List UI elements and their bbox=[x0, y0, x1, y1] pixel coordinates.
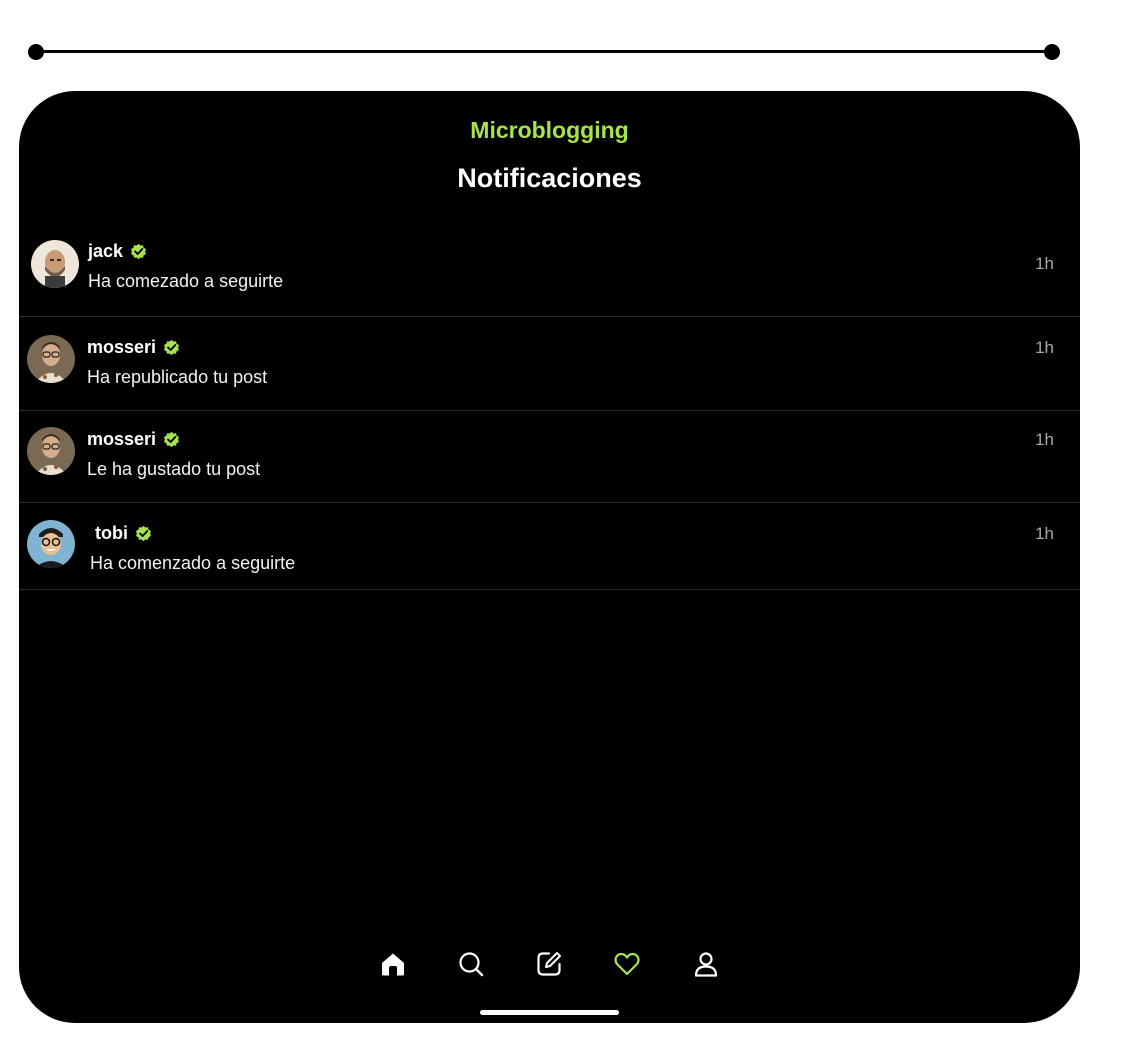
notification-item[interactable]: tobi Ha comenzado a seguirte 1h bbox=[19, 503, 1080, 590]
width-dimension-line bbox=[36, 50, 1052, 53]
notification-item[interactable]: mosseri Ha republicado tu post 1h bbox=[19, 317, 1080, 411]
notification-username[interactable]: mosseri bbox=[87, 337, 180, 358]
tab-likes[interactable] bbox=[611, 948, 643, 980]
verified-badge-icon bbox=[164, 431, 180, 448]
canvas: Microblogging Notificaciones jack Ha com… bbox=[0, 0, 1127, 1052]
app-brand: Microblogging bbox=[470, 117, 629, 143]
notification-message: Ha comezado a seguirte bbox=[88, 271, 284, 291]
page-title: Notificaciones bbox=[457, 163, 642, 193]
notification-username[interactable]: jack bbox=[88, 241, 147, 262]
notification-item[interactable]: jack Ha comezado a seguirte 1h bbox=[19, 221, 1080, 317]
compose-icon bbox=[537, 952, 561, 976]
tab-home[interactable] bbox=[377, 948, 409, 980]
notification-username[interactable]: mosseri bbox=[87, 429, 180, 450]
tab-search[interactable] bbox=[455, 948, 487, 980]
verified-badge-icon bbox=[136, 525, 151, 542]
avatar-jack[interactable] bbox=[31, 240, 79, 288]
dimension-endpoint-right bbox=[1044, 44, 1060, 60]
notification-time: 1h bbox=[1035, 338, 1054, 357]
notification-message: Ha republicado tu post bbox=[87, 367, 268, 387]
notification-message: Le ha gustado tu post bbox=[87, 459, 261, 479]
notification-list: jack Ha comezado a seguirte 1h mosseri H… bbox=[19, 221, 1080, 590]
notification-username[interactable]: tobi bbox=[95, 523, 152, 544]
avatar-mosseri[interactable] bbox=[27, 335, 75, 383]
device-screen: Microblogging Notificaciones jack Ha com… bbox=[19, 91, 1080, 1023]
home-icon bbox=[382, 953, 404, 976]
verified-badge-icon bbox=[131, 243, 147, 260]
tab-profile[interactable] bbox=[690, 948, 722, 980]
user-icon bbox=[694, 952, 718, 977]
notification-message: Ha comenzado a seguirte bbox=[90, 553, 296, 573]
dimension-endpoint-left bbox=[28, 44, 44, 60]
search-icon bbox=[459, 952, 484, 977]
notification-time: 1h bbox=[1035, 254, 1054, 273]
heart-icon bbox=[614, 952, 640, 976]
home-indicator[interactable] bbox=[480, 1010, 619, 1015]
bottom-tab-bar bbox=[19, 947, 1080, 983]
notification-item[interactable]: mosseri Le ha gustado tu post 1h bbox=[19, 411, 1080, 503]
avatar-tobi[interactable] bbox=[27, 520, 75, 568]
verified-badge-icon bbox=[164, 339, 180, 356]
notification-time: 1h bbox=[1035, 430, 1054, 449]
notification-time: 1h bbox=[1035, 524, 1054, 543]
tab-compose[interactable] bbox=[533, 948, 565, 980]
avatar-mosseri[interactable] bbox=[27, 427, 75, 475]
